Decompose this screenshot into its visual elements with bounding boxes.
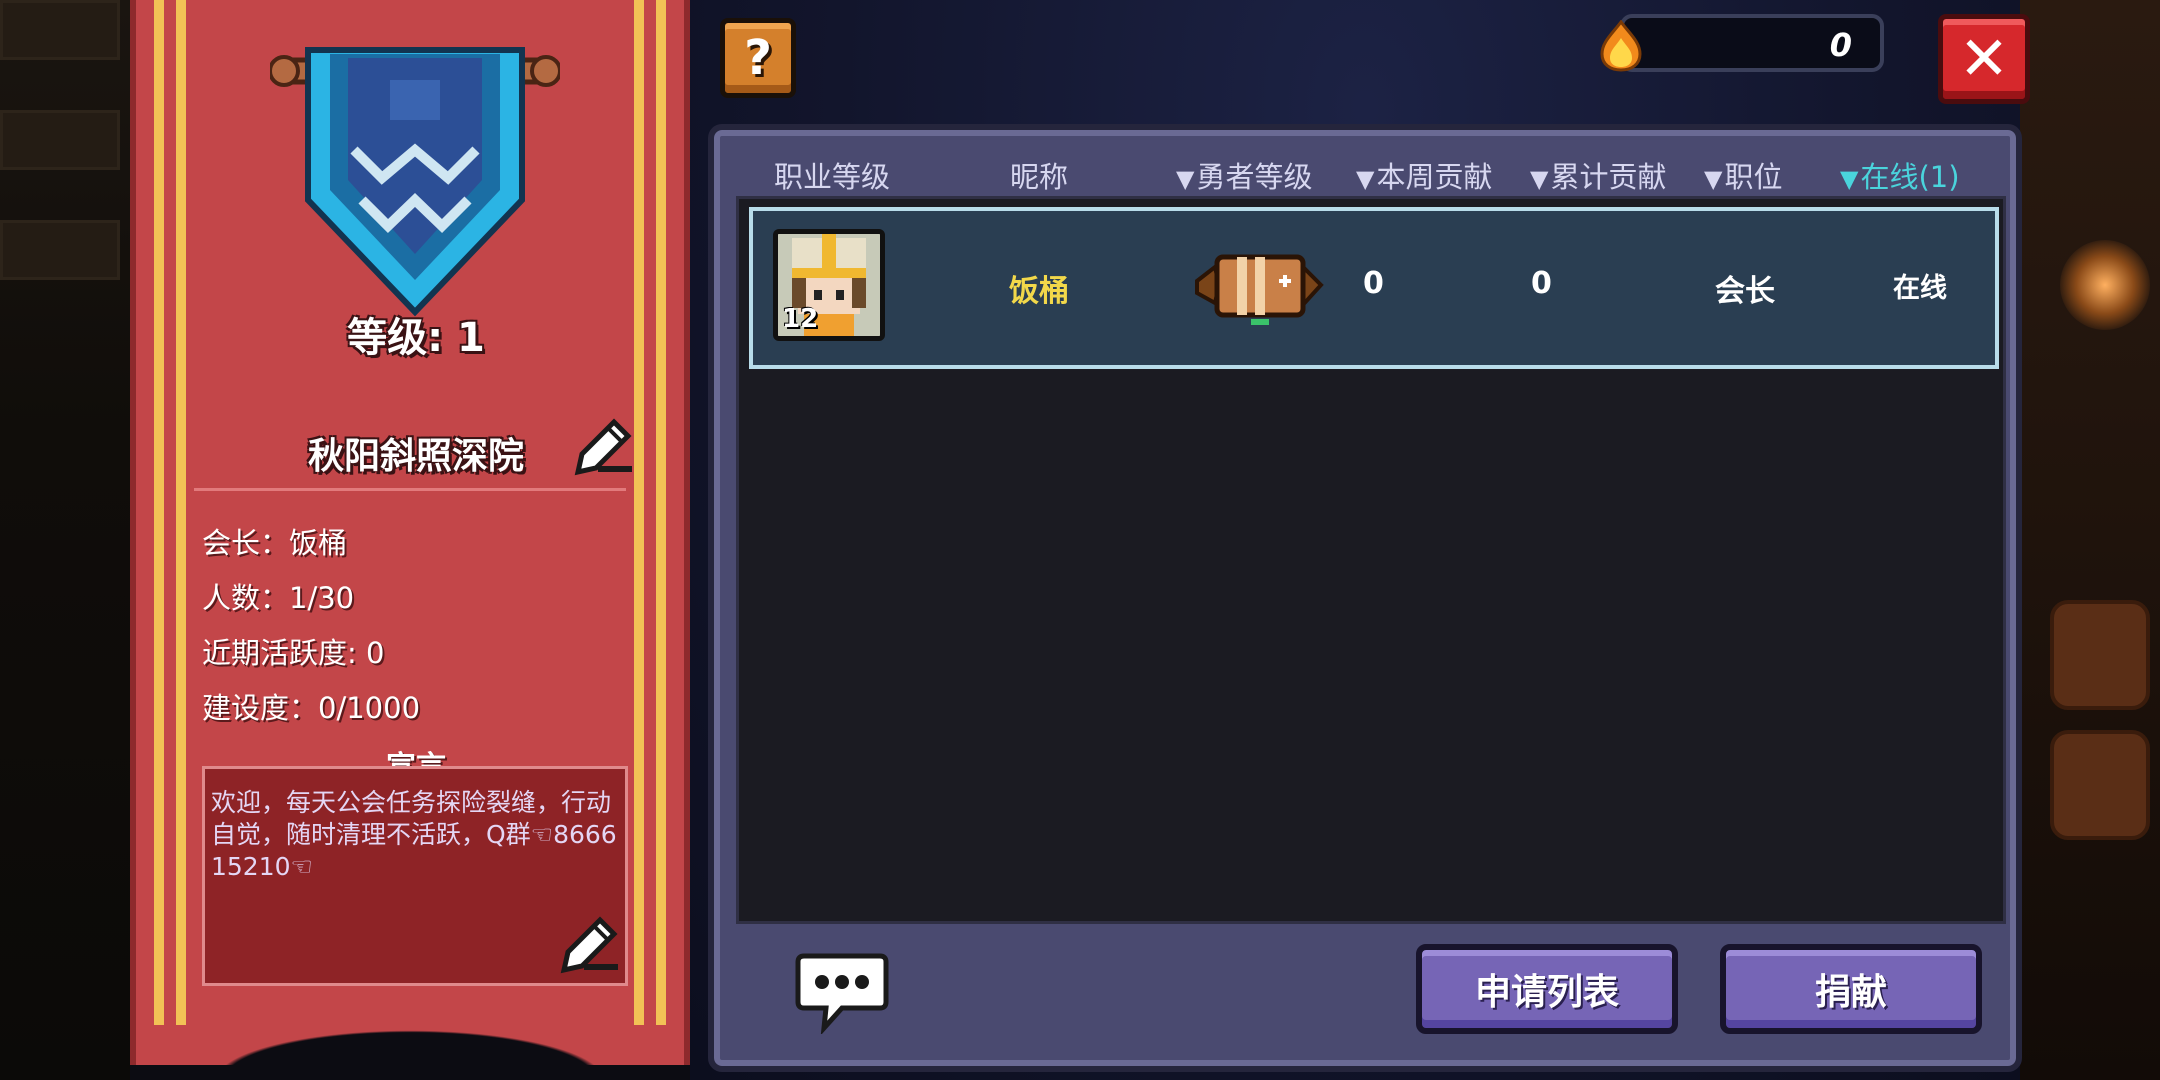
header-hero-level[interactable]: ▼勇者等级 <box>1176 154 1312 196</box>
barrel <box>2050 600 2150 710</box>
sort-arrow-icon: ▼ <box>1704 165 1723 193</box>
flame-icon <box>1600 20 1642 72</box>
background-shelf <box>0 220 120 280</box>
sort-arrow-icon: ▼ <box>1356 165 1375 193</box>
header-label: 勇者等级 <box>1196 160 1313 194</box>
background-right <box>2020 0 2160 1080</box>
header-label: 昵称 <box>1010 160 1069 194</box>
header-label: 在线(1) <box>1860 160 1960 194</box>
member-online-status: 在线 <box>1893 273 1947 304</box>
apply-list-button[interactable]: 申请列表 <box>1416 944 1678 1034</box>
edit-declaration-pencil-icon[interactable] <box>554 912 624 974</box>
banner-stripe <box>656 0 666 1025</box>
guild-activity: 近期活跃度: 0 <box>202 636 385 670</box>
header-total-contribution[interactable]: ▼累计贡献 <box>1530 154 1666 196</box>
guild-construction: 建设度：0/1000 <box>202 691 421 725</box>
speech-bubble-icon[interactable] <box>794 950 890 1034</box>
lamp-glow <box>2060 240 2150 330</box>
winged-badge-icon <box>1195 254 1324 325</box>
guild-member-count: 人数：1/30 <box>202 581 355 615</box>
background-shelf <box>0 0 120 60</box>
donate-button[interactable]: 捐献 <box>1720 944 1982 1034</box>
header-position[interactable]: ▼职位 <box>1704 154 1782 196</box>
banner-stripe <box>154 0 164 1025</box>
banner-notch <box>136 1010 684 1080</box>
member-list[interactable]: 12 饭桶 0 0 会长 在线 <box>736 196 2006 924</box>
header-nickname: 昵称 <box>1010 154 1068 196</box>
banner-stripe <box>176 0 186 1025</box>
declaration-text: 欢迎，每天公会任务探险裂缝，行动自觉，随时清理不活跃，Q群☜866615210☜ <box>211 788 617 881</box>
member-panel: 职业等级 昵称 ▼勇者等级 ▼本周贡献 ▼累计贡献 ▼职位 ▼在线(1) 12 … <box>708 124 2022 1072</box>
guild-leader: 会长：饭桶 <box>202 526 348 560</box>
member-table-header: 职业等级 昵称 ▼勇者等级 ▼本周贡献 ▼累计贡献 ▼职位 ▼在线(1) <box>736 144 2006 196</box>
header-label: 职位 <box>1724 160 1783 194</box>
background-shelf <box>0 110 120 170</box>
guild-level: 等级: 1 <box>347 315 485 361</box>
sort-arrow-icon: ▼ <box>1176 165 1195 193</box>
header-label: 本周贡献 <box>1376 160 1493 194</box>
help-button[interactable]: ? <box>720 18 796 98</box>
panel-bottom-bar: 申请列表 捐献 <box>736 930 2006 1060</box>
member-nickname: 饭桶 <box>1009 274 1069 309</box>
currency-display: 0 <box>1620 14 1884 72</box>
close-button[interactable]: ✕ <box>1938 14 2030 104</box>
currency-value: 0 <box>1829 26 1852 64</box>
header-job-level: 职业等级 <box>774 154 890 196</box>
banner-divider <box>194 488 626 491</box>
sort-arrow-icon: ▼ <box>1840 165 1859 193</box>
member-row[interactable]: 12 饭桶 0 0 会长 在线 <box>749 207 1999 369</box>
header-label: 职业等级 <box>774 160 891 194</box>
member-weekly-contribution: 0 <box>1363 266 1384 301</box>
member-position: 会长 <box>1715 274 1775 309</box>
header-weekly-contribution[interactable]: ▼本周贡献 <box>1356 154 1492 196</box>
header-online[interactable]: ▼在线(1) <box>1840 154 1960 196</box>
sort-arrow-icon: ▼ <box>1530 165 1549 193</box>
knight-avatar-icon: 12 <box>773 229 885 341</box>
guild-pennant-icon <box>270 47 560 317</box>
header-label: 累计贡献 <box>1550 160 1667 194</box>
barrel <box>2050 730 2150 840</box>
guild-info-banner: 等级: 1 秋阳斜照深院 会长：饭桶 人数：1/30 近期活跃度: 0 建设度：… <box>130 0 690 1080</box>
banner-stripe <box>634 0 644 1025</box>
edit-name-pencil-icon[interactable] <box>568 414 638 476</box>
background-left <box>0 0 130 1080</box>
avatar-level: 12 <box>782 304 819 334</box>
member-total-contribution: 0 <box>1531 266 1552 301</box>
